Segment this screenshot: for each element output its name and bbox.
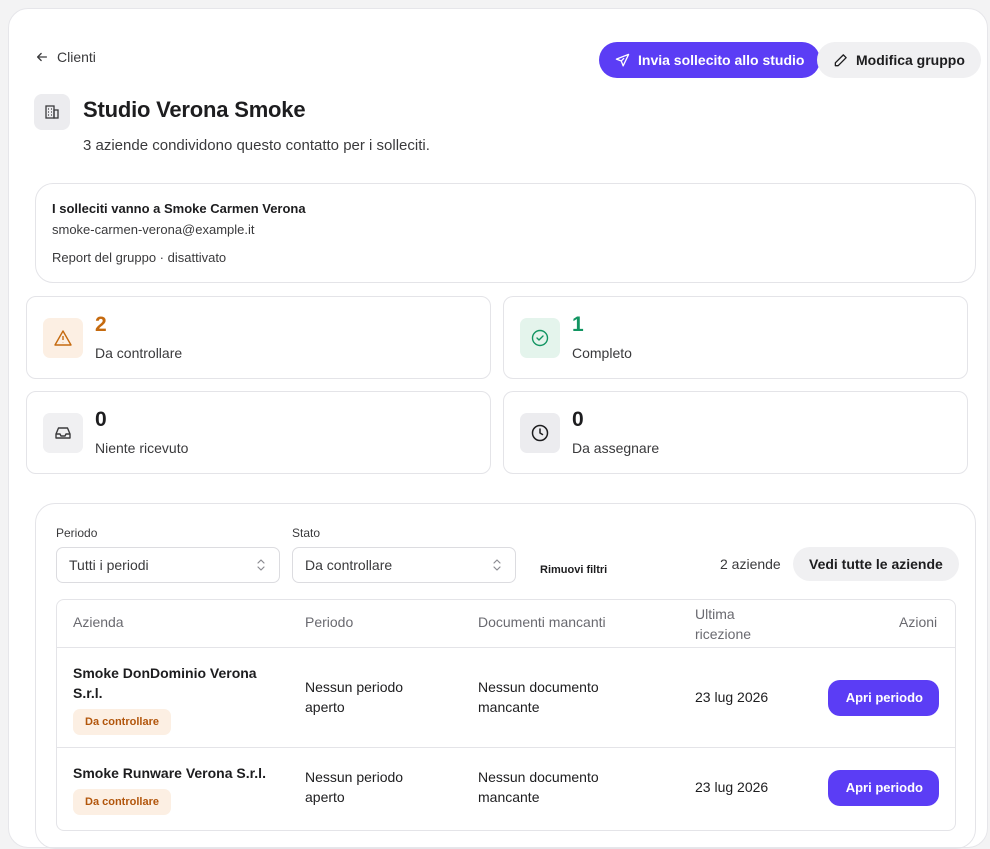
edit-group-label: Modifica gruppo xyxy=(856,52,965,68)
edit-group-button[interactable]: Modifica gruppo xyxy=(817,42,981,78)
column-header-company[interactable]: Azienda xyxy=(73,614,124,630)
company-name: Smoke Runware Verona S.r.l. xyxy=(73,765,266,781)
back-label: Clienti xyxy=(57,49,96,65)
table-header: Azienda Periodo Documenti mancanti Ultim… xyxy=(57,600,955,648)
stat-value: 2 xyxy=(95,313,107,336)
back-link[interactable]: Clienti xyxy=(35,49,96,65)
stat-label: Da controllare xyxy=(95,345,183,361)
clock-icon xyxy=(520,413,560,453)
send-reminder-label: Invia sollecito allo studio xyxy=(638,52,805,68)
status-select[interactable]: Da controllare xyxy=(292,547,516,583)
open-period-button[interactable]: Apri periodo xyxy=(828,680,939,716)
page-subtitle: 3 aziende condividono questo contatto pe… xyxy=(83,137,430,154)
status-filter-label: Stato xyxy=(292,526,321,540)
check-circle-icon xyxy=(520,318,560,358)
recipient-email: smoke-carmen-verona@example.it xyxy=(52,222,255,237)
companies-count: 2 aziende xyxy=(720,556,781,572)
last-received-cell: 23 lug 2026 xyxy=(695,689,769,705)
companies-table: Azienda Periodo Documenti mancanti Ultim… xyxy=(56,599,956,831)
send-icon xyxy=(615,53,630,66)
contact-card: I solleciti vanno a Smoke Carmen Verona … xyxy=(35,183,976,283)
stat-label: Completo xyxy=(572,345,632,361)
arrow-left-icon xyxy=(36,52,48,62)
stat-nothing-received[interactable]: 0 Niente ricevuto xyxy=(26,391,491,474)
page-frame: Clienti Invia sollecito allo studio Modi… xyxy=(8,8,988,849)
companies-panel: Periodo Tutti i periodi Stato Da control… xyxy=(35,503,976,849)
open-period-button[interactable]: Apri periodo xyxy=(828,770,939,806)
stat-value: 1 xyxy=(572,313,584,336)
table-row[interactable]: Smoke Runware Verona S.r.l. Da controlla… xyxy=(57,748,955,830)
column-header-missing-documents[interactable]: Documenti mancanti xyxy=(478,614,606,630)
status-badge: Da controllare xyxy=(73,789,171,815)
building-icon xyxy=(34,94,70,130)
column-header-last-received[interactable]: Ultima ricezione xyxy=(695,604,765,644)
group-report-status: Report del gruppo · disattivato xyxy=(52,250,227,265)
period-cell: Nessun periodo aperto xyxy=(305,679,404,715)
view-all-companies-button[interactable]: Vedi tutte le aziende xyxy=(793,547,959,581)
inbox-icon xyxy=(43,413,83,453)
table-row[interactable]: Smoke DonDominio Verona S.r.l. Da contro… xyxy=(57,648,955,748)
chevron-updown-icon xyxy=(493,559,501,571)
company-name: Smoke DonDominio Verona S.r.l. xyxy=(73,665,257,701)
stat-label: Niente ricevuto xyxy=(95,440,189,456)
stat-value: 0 xyxy=(95,408,107,431)
chevron-updown-icon xyxy=(257,559,265,571)
stat-label: Da assegnare xyxy=(572,440,660,456)
status-badge: Da controllare xyxy=(73,709,171,735)
warning-icon xyxy=(43,318,83,358)
last-received-cell: 23 lug 2026 xyxy=(695,779,769,795)
column-header-period[interactable]: Periodo xyxy=(305,614,353,630)
stat-complete[interactable]: 1 Completo xyxy=(503,296,968,379)
status-select-value: Da controllare xyxy=(305,557,393,573)
pencil-icon xyxy=(834,53,847,66)
missing-docs-cell: Nessun documento mancante xyxy=(478,679,599,715)
period-select[interactable]: Tutti i periodi xyxy=(56,547,280,583)
send-reminder-button[interactable]: Invia sollecito allo studio xyxy=(599,42,821,78)
clear-filters-button[interactable]: Rimuovi filtri xyxy=(540,564,607,576)
missing-docs-cell: Nessun documento mancante xyxy=(478,769,599,805)
stat-to-check[interactable]: 2 Da controllare xyxy=(26,296,491,379)
column-header-actions: Azioni xyxy=(899,614,938,630)
stat-to-assign[interactable]: 0 Da assegnare xyxy=(503,391,968,474)
stat-value: 0 xyxy=(572,408,584,431)
period-filter-label: Periodo xyxy=(56,526,98,540)
company-cell: Smoke DonDominio Verona S.r.l. Da contro… xyxy=(73,663,273,735)
page-title: Studio Verona Smoke xyxy=(83,97,306,122)
period-cell: Nessun periodo aperto xyxy=(305,769,404,805)
company-cell: Smoke Runware Verona S.r.l. Da controlla… xyxy=(73,763,273,815)
period-select-value: Tutti i periodi xyxy=(69,557,149,573)
recipient-text: I solleciti vanno a Smoke Carmen Verona xyxy=(52,201,306,216)
